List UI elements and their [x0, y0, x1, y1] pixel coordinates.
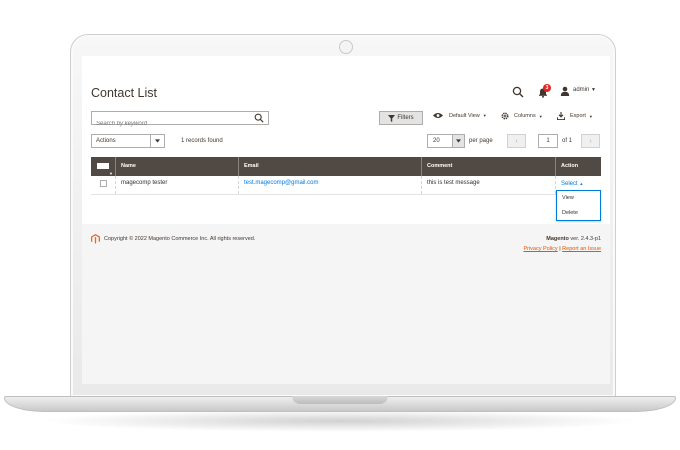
privacy-policy-link[interactable]: Privacy Policy	[523, 246, 557, 252]
copyright-text: Copyright © 2022 Magento Commerce Inc. A…	[104, 236, 256, 242]
mass-actions-label: Actions	[96, 138, 116, 144]
per-page-select[interactable]: 20	[427, 134, 465, 148]
brand-name: Magento	[546, 236, 569, 242]
mass-select-checkbox[interactable]: ▼	[97, 163, 113, 176]
action-menu-delete[interactable]: Delete	[557, 206, 600, 221]
report-issue-link[interactable]: Report an Issue	[562, 246, 601, 252]
default-view-dropdown[interactable]: Default View ▼	[433, 112, 487, 119]
grid-header-row: ▼ Name Email Comment Action	[91, 157, 601, 176]
version-text: Magento ver. 2.4.3-p1	[546, 236, 601, 242]
mass-select-header[interactable]: ▼	[91, 157, 115, 176]
mass-actions-select[interactable]: Actions	[91, 134, 165, 148]
export-label: Export	[570, 113, 586, 119]
email-link[interactable]: test.magecomp@gmail.com	[244, 180, 318, 186]
column-header-email[interactable]: Email	[238, 157, 421, 176]
columns-dropdown[interactable]: Columns ▼	[501, 112, 543, 120]
chevron-left-icon: ‹	[515, 137, 518, 145]
keyword-search	[91, 111, 269, 130]
chevron-up-icon: ▲	[579, 181, 584, 186]
search-icon[interactable]	[254, 113, 264, 123]
per-page-value: 20	[433, 138, 440, 144]
filter-icon	[388, 114, 396, 122]
chevron-right-icon: ›	[589, 137, 592, 145]
column-header-comment[interactable]: Comment	[421, 157, 555, 176]
cell-email: test.magecomp@gmail.com	[238, 176, 421, 194]
action-select-label: Select	[561, 181, 578, 187]
column-header-name[interactable]: Name	[115, 157, 238, 176]
camera-icon	[339, 40, 353, 54]
previous-page-button[interactable]: ‹	[507, 134, 526, 148]
action-dropdown-menu: View Delete	[556, 190, 601, 221]
next-page-button[interactable]: ›	[581, 134, 600, 148]
gear-icon	[501, 112, 509, 120]
per-page-label: per page	[469, 138, 493, 144]
chevron-down-icon: ▼	[482, 113, 487, 118]
filters-button[interactable]: Filters	[379, 111, 423, 125]
page-title: Contact List	[91, 86, 158, 100]
search-icon[interactable]	[512, 86, 524, 98]
chevron-down-icon	[452, 135, 464, 147]
page-total: of 1	[562, 138, 573, 144]
magento-logo-icon	[91, 234, 100, 244]
action-select-link[interactable]: Select ▲	[561, 181, 583, 187]
user-menu-label[interactable]: admin	[573, 87, 589, 93]
laptop-notch	[292, 396, 388, 404]
export-dropdown[interactable]: Export ▼	[557, 112, 593, 120]
cell-name: magecomp tester	[115, 176, 238, 194]
cell-comment: this is test message	[421, 176, 555, 194]
filters-label: Filters	[397, 115, 414, 121]
column-header-action: Action	[555, 157, 601, 176]
chevron-down-icon: ▼	[588, 113, 593, 119]
user-icon[interactable]	[560, 86, 570, 96]
eye-icon	[433, 113, 443, 118]
chevron-down-icon: ▼	[109, 171, 113, 176]
admin-screen: Contact List 3 admin ▼ Filters Default V…	[82, 56, 610, 384]
download-icon	[557, 112, 565, 120]
chevron-down-icon[interactable]: ▼	[591, 87, 596, 93]
records-count: 1 records found	[181, 138, 223, 144]
contact-grid: ▼ Name Email Comment Action magecomp tes…	[91, 157, 601, 195]
chevron-down-icon: ▼	[538, 113, 543, 119]
chevron-down-icon	[150, 135, 164, 147]
table-row: magecomp tester test.magecomp@gmail.com …	[91, 176, 601, 195]
footer-links: Privacy Policy | Report an Issue	[523, 246, 601, 252]
search-input[interactable]	[92, 118, 242, 130]
row-checkbox[interactable]	[99, 180, 107, 187]
notification-badge: 3	[543, 84, 551, 92]
current-page-input[interactable]: 1	[538, 134, 558, 148]
laptop-shadow	[40, 410, 640, 432]
default-view-label: Default View	[449, 112, 480, 119]
link-separator: |	[559, 246, 561, 252]
action-menu-view[interactable]: View	[557, 191, 600, 206]
columns-label: Columns	[514, 113, 536, 119]
version-number: ver. 2.4.3-p1	[570, 236, 601, 242]
